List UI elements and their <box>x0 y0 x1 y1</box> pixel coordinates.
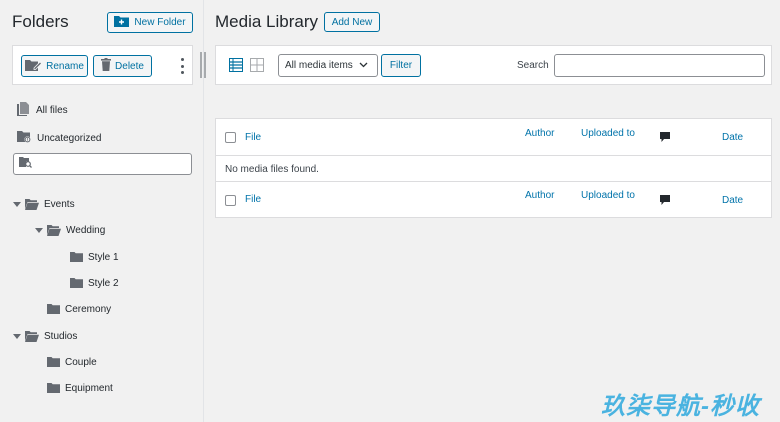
rename-button[interactable]: Rename <box>21 55 88 77</box>
tree-item-style-1[interactable]: Style 1 <box>70 250 119 264</box>
tree-item-equipment[interactable]: Equipment <box>47 381 113 395</box>
column-author[interactable]: Author <box>525 128 554 139</box>
new-folder-button[interactable]: New Folder <box>107 12 193 33</box>
column-uploaded-to-footer[interactable]: Uploaded to <box>581 190 635 201</box>
caret-down-icon[interactable] <box>12 201 22 207</box>
folders-sidebar: Folders New Folder Rename Delete All fil… <box>0 0 204 422</box>
folder-icon <box>47 304 60 314</box>
media-filter-bar: All media items Filter Search <box>215 45 772 85</box>
folder-icon <box>70 278 83 288</box>
table-header-row: File Author Uploaded to Date <box>216 119 771 156</box>
column-file-footer[interactable]: File <box>245 194 261 205</box>
list-view-icon[interactable] <box>229 58 243 77</box>
table-footer-row: File Author Uploaded to Date <box>216 182 771 218</box>
column-author-footer[interactable]: Author <box>525 190 554 201</box>
tree-item-ceremony[interactable]: Ceremony <box>47 302 111 316</box>
tree-label: Wedding <box>66 224 106 236</box>
delete-label: Delete <box>115 60 144 72</box>
more-options-icon[interactable] <box>179 58 185 74</box>
open-folder-icon <box>25 198 39 210</box>
tree-item-studios[interactable]: Studios <box>12 329 77 343</box>
add-new-button[interactable]: Add New <box>324 12 380 32</box>
rename-folder-icon <box>25 59 43 74</box>
filter-button[interactable]: Filter <box>381 54 421 77</box>
tree-label: Couple <box>65 356 97 368</box>
uncategorized-item[interactable]: Uncategorized <box>17 130 101 146</box>
all-files-item[interactable]: All files <box>17 102 68 119</box>
caret-down-icon[interactable] <box>12 333 22 339</box>
trash-icon <box>101 58 112 74</box>
folder-icon <box>47 383 60 393</box>
all-files-label: All files <box>36 105 68 116</box>
tree-item-events[interactable]: Events <box>12 197 75 211</box>
tree-label: Studios <box>44 330 78 342</box>
column-date[interactable]: Date <box>722 132 743 143</box>
sidebar-resize-handle[interactable] <box>200 52 207 78</box>
search-folder-icon <box>19 155 32 173</box>
tree-label: Equipment <box>65 382 113 394</box>
tree-label: Style 2 <box>88 277 119 289</box>
grid-view-icon[interactable] <box>250 58 264 77</box>
select-all-checkbox-footer[interactable] <box>225 195 236 206</box>
media-search-input[interactable] <box>554 54 765 77</box>
rename-label: Rename <box>46 60 84 72</box>
open-folder-icon <box>25 330 39 342</box>
tree-label: Style 1 <box>88 251 119 263</box>
new-folder-icon <box>114 15 130 30</box>
table-row: No media files found. <box>216 156 771 182</box>
media-type-value: All media items <box>285 60 353 71</box>
delete-button[interactable]: Delete <box>93 55 152 77</box>
select-all-checkbox[interactable] <box>225 132 236 143</box>
column-file[interactable]: File <box>245 132 261 143</box>
folder-search-input[interactable] <box>35 155 185 173</box>
page-title: Media Library <box>215 12 318 31</box>
tree-item-couple[interactable]: Couple <box>47 355 97 369</box>
caret-down-icon[interactable] <box>34 227 44 233</box>
folder-search-field[interactable] <box>13 153 192 175</box>
empty-message: No media files found. <box>225 164 319 175</box>
media-table: File Author Uploaded to Date No media fi… <box>215 118 772 218</box>
column-date-footer[interactable]: Date <box>722 195 743 206</box>
tree-label: Events <box>44 198 75 210</box>
search-label: Search <box>517 60 549 71</box>
tree-item-style-2[interactable]: Style 2 <box>70 276 119 290</box>
new-folder-label: New Folder <box>134 17 186 28</box>
comment-icon[interactable] <box>660 195 670 208</box>
uncategorized-folder-icon <box>17 130 31 146</box>
tree-label: Ceremony <box>65 303 112 315</box>
uncategorized-label: Uncategorized <box>37 132 102 144</box>
media-type-select[interactable]: All media items <box>278 54 378 77</box>
files-icon <box>17 102 30 119</box>
chevron-down-icon <box>359 60 368 71</box>
watermark-text: 玖柒导航-秒收 <box>601 393 760 420</box>
column-uploaded-to[interactable]: Uploaded to <box>581 128 635 139</box>
sidebar-title: Folders <box>12 12 69 31</box>
tree-item-wedding[interactable]: Wedding <box>34 223 105 237</box>
comment-icon[interactable] <box>660 132 670 145</box>
folder-toolbar: Rename Delete <box>12 45 193 85</box>
folder-icon <box>47 357 60 367</box>
folder-icon <box>70 252 83 262</box>
open-folder-icon <box>47 224 61 236</box>
